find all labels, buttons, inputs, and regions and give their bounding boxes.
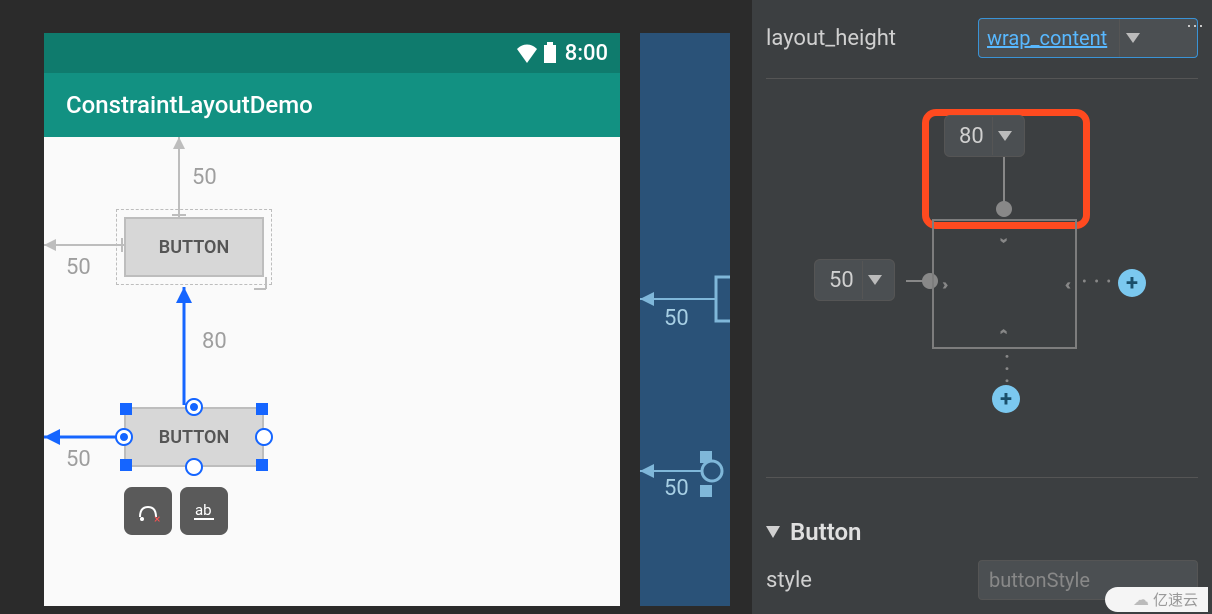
divider [766,477,1198,478]
blueprint-view[interactable]: 50 50 [640,33,730,606]
svg-text:×: × [154,512,160,525]
resize-handle-tr[interactable] [256,403,268,415]
chevron-down-icon [766,523,780,542]
constraint-anchor-top[interactable] [185,398,203,416]
constraint-node-top[interactable] [996,201,1012,217]
spring-left-icon: ››› [942,275,944,294]
svg-text:ab: ab [195,501,212,519]
wifi-icon [515,43,539,63]
constraint-anchor-left[interactable] [115,428,133,446]
constraint-anchor-bottom[interactable] [185,458,203,476]
status-bar: 8:00 [44,33,620,73]
add-constraint-bottom-button[interactable]: + [992,385,1020,413]
spring-top-icon: ››› [995,237,1014,239]
margin-label-left-b1: 50 [66,255,91,280]
watermark: 亿速云 [1105,587,1208,612]
device-preview: 8:00 ConstraintLayoutDemo [44,33,620,606]
chain-action-button[interactable]: × [124,487,172,535]
more-icon[interactable]: ⋯ [1186,16,1206,37]
divider [766,78,1198,79]
layout-height-row: layout_height wrap_content [766,18,1198,58]
resize-handle-br[interactable] [256,459,268,471]
style-label: style [766,568,812,593]
layout-height-label: layout_height [766,26,896,51]
button-section-header[interactable]: Button [766,518,1198,546]
app-title: ConstraintLayoutDemo [66,91,313,119]
button-1[interactable]: BUTTON [124,217,264,277]
constraint-anchor-right[interactable] [255,428,273,446]
constraint-widget[interactable]: 80 50 ››› ‹‹‹ ››› ‹‹‹ • • • • • • [822,109,1142,429]
app-bar: ConstraintLayoutDemo [44,73,620,137]
quick-actions: × ab [124,487,228,535]
margin-label-left-b2: 50 [66,447,91,472]
resize-handle-tl[interactable] [120,403,132,415]
margin-label-top-b1: 50 [192,165,217,190]
design-canvas: 8:00 ConstraintLayoutDemo [0,0,630,614]
section-title: Button [790,518,861,546]
button-2[interactable]: BUTTON [124,407,264,467]
layout-height-dropdown[interactable]: wrap_content [978,18,1198,58]
spring-bottom-icon: ‹‹‹ [995,328,1014,330]
constraint-box: ››› ‹‹‹ ››› ‹‹‹ [932,219,1077,349]
dots-bottom-icon: • • • [998,354,1014,385]
design-surface[interactable]: 50 50 80 50 BUTTON BUTTON [44,137,620,606]
button-2-label: BUTTON [159,427,229,448]
add-constraint-right-button[interactable]: + [1118,269,1146,297]
baseline-action-button[interactable]: ab [180,487,228,535]
status-time: 8:00 [565,41,608,66]
selection-outline [116,209,272,285]
button-1-wrapper[interactable]: BUTTON [124,217,264,277]
properties-panel: ⋯ layout_height wrap_content 80 50 [752,0,1212,614]
watermark-text: 亿速云 [1153,589,1198,610]
svg-text:50: 50 [664,476,689,501]
chevron-down-icon [1119,19,1145,57]
spring-right-icon: ‹‹‹ [1065,275,1067,294]
button-2-wrapper[interactable]: BUTTON × ab [124,407,264,467]
style-value: buttonStyle [989,568,1090,592]
svg-text:50: 50 [664,306,689,331]
layout-height-value: wrap_content [987,26,1107,50]
battery-icon [543,42,557,64]
resize-handle-bl[interactable] [120,459,132,471]
margin-label-top-b2: 80 [202,329,227,354]
dots-right-icon: • • • [1082,274,1113,290]
